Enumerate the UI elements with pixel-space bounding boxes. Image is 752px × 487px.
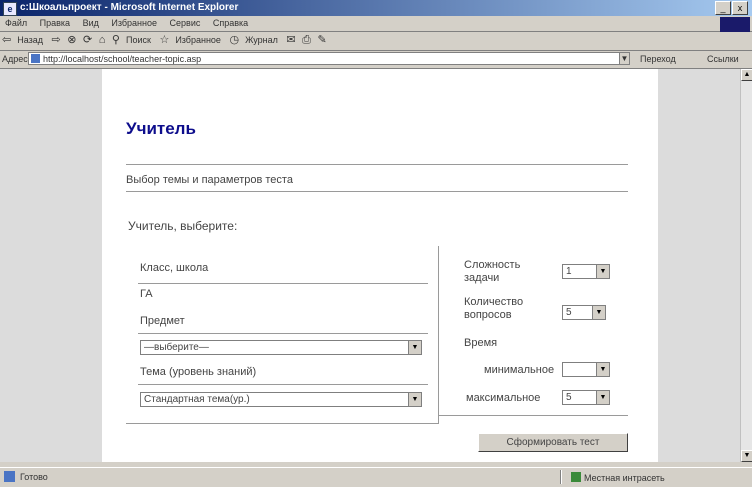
forward-arrow-icon[interactable]: ⇨ (50, 32, 63, 46)
column-divider (438, 246, 439, 424)
school-value: ГА (140, 288, 153, 300)
address-label: Адрес (2, 54, 28, 64)
menu-favorites[interactable]: Избранное (106, 16, 162, 28)
menu-help[interactable]: Справка (208, 16, 253, 28)
minimize-button[interactable]: _ (715, 1, 731, 15)
status-bar: Готово Местная интрасеть (0, 467, 752, 487)
divider (126, 191, 628, 192)
ie-page-icon: e (3, 2, 17, 16)
favorites-button[interactable]: Избранное (171, 32, 225, 45)
difficulty-select-value: 1 (566, 266, 572, 277)
refresh-icon[interactable]: ⟳ (81, 32, 94, 46)
time-max-select[interactable]: 5 ▼ (562, 390, 610, 405)
divider (138, 384, 428, 385)
time-min-select[interactable]: ▼ (562, 362, 610, 377)
chevron-down-icon[interactable]: ▼ (596, 391, 609, 404)
subject-select[interactable]: —выберите— ▼ (140, 340, 422, 355)
address-dropdown-button[interactable]: ▼ (619, 52, 630, 65)
divider (138, 333, 428, 334)
chevron-down-icon[interactable]: ▼ (596, 265, 609, 278)
history-icon[interactable]: ◷ (227, 32, 241, 46)
divider (138, 283, 428, 284)
greeting-text: Учитель, выберите: (128, 219, 238, 233)
back-arrow-icon[interactable]: ⇦ (0, 32, 13, 46)
count-select-value: 5 (566, 307, 572, 318)
edit-icon[interactable]: ✎ (315, 32, 328, 46)
search-button[interactable]: Поиск (122, 32, 155, 45)
chevron-down-icon[interactable]: ▼ (408, 393, 421, 406)
favorites-icon[interactable]: ☆ (157, 32, 171, 46)
vertical-scrollbar[interactable]: ▲ ▼ (740, 69, 752, 462)
topic-select-value: Стандартная тема(ур.) (144, 394, 250, 405)
links-button[interactable]: Ссылки (707, 54, 739, 64)
chevron-down-icon[interactable]: ▼ (408, 341, 421, 354)
windows-logo-icon (720, 17, 750, 32)
scroll-up-icon[interactable]: ▲ (741, 69, 752, 81)
toolbar: ⇦ Назад ⇨ ⊗ ⟳ ⌂ ⚲ Поиск ☆ Избранное ◷ Журнал… (0, 32, 752, 51)
page-content: Учитель Выбор темы и параметров теста Уч… (102, 69, 658, 462)
menu-view[interactable]: Вид (78, 16, 104, 28)
time-max-select-value: 5 (566, 392, 572, 403)
difficulty-select[interactable]: 1 ▼ (562, 264, 610, 279)
divider (126, 164, 628, 165)
time-min-label: минимальное (484, 364, 555, 376)
count-label: Количество вопросов (464, 296, 524, 321)
subject-label: Предмет (140, 315, 185, 327)
address-bar: Адрес http://localhost/school/teacher-to… (0, 51, 752, 69)
security-zone: Местная интрасеть (571, 472, 665, 483)
search-icon[interactable]: ⚲ (110, 32, 122, 46)
close-button[interactable]: x (732, 1, 748, 15)
time-max-label: максимальное (466, 392, 541, 404)
window-controls: _ x (714, 1, 748, 15)
subject-select-value: —выберите— (144, 342, 209, 353)
address-url: http://localhost/school/teacher-topic.as… (43, 54, 202, 64)
mail-icon[interactable]: ✉ (284, 32, 297, 46)
count-select[interactable]: 5 ▼ (562, 305, 606, 320)
menu-file[interactable]: Файл (0, 16, 32, 28)
window-title-bar: e c:Шкоальпроект - Microsoft Internet Ex… (0, 0, 752, 16)
history-button[interactable]: Журнал (241, 32, 282, 45)
chevron-down-icon[interactable]: ▼ (596, 363, 609, 376)
chevron-down-icon[interactable]: ▼ (592, 306, 605, 319)
status-separator (560, 470, 562, 484)
page-subtitle: Выбор темы и параметров теста (126, 174, 293, 186)
print-icon[interactable]: ⎙ (300, 33, 313, 47)
school-label: Класс, школа (140, 262, 209, 274)
go-button[interactable]: Переход (640, 54, 676, 64)
home-icon[interactable]: ⌂ (97, 33, 108, 46)
zone-text: Местная интрасеть (584, 473, 665, 483)
address-input[interactable]: http://localhost/school/teacher-topic.as… (28, 52, 628, 65)
difficulty-label: Сложность задачи (464, 259, 521, 284)
ie-status-icon (4, 471, 15, 482)
menu-bar: Файл Правка Вид Избранное Сервис Справка (0, 16, 752, 32)
divider (438, 415, 628, 416)
page-title: Учитель (126, 119, 196, 138)
intranet-zone-icon (571, 472, 581, 482)
topic-select[interactable]: Стандартная тема(ур.) ▼ (140, 392, 422, 407)
menu-edit[interactable]: Правка (35, 16, 75, 28)
scroll-down-icon[interactable]: ▼ (741, 450, 752, 462)
window-title: c:Шкоальпроект - Microsoft Internet Expl… (20, 2, 239, 13)
back-button[interactable]: Назад (13, 32, 47, 45)
menu-tools[interactable]: Сервис (165, 16, 206, 28)
stop-icon[interactable]: ⊗ (65, 32, 78, 46)
time-label: Время (464, 337, 498, 349)
page-icon (31, 54, 40, 63)
submit-button[interactable]: Сформировать тест (478, 433, 628, 452)
browser-viewport: Учитель Выбор темы и параметров теста Уч… (0, 69, 740, 462)
topic-label: Тема (уровень знаний) (140, 366, 257, 378)
status-text: Готово (20, 472, 48, 482)
divider (126, 423, 438, 424)
